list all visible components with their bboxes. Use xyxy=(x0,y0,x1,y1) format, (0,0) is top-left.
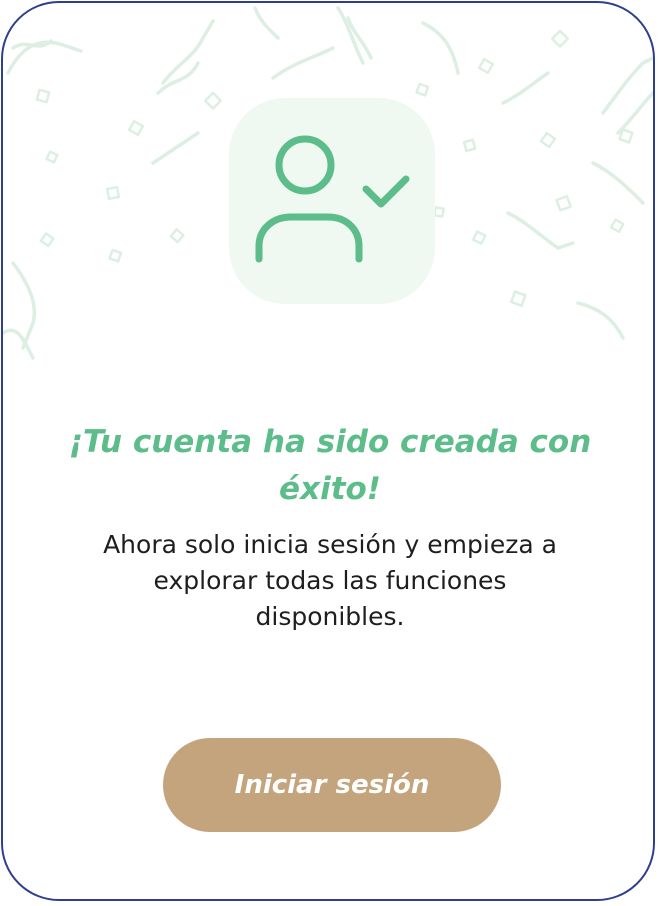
success-title: ¡Tu cuenta ha sido creada con éxito! xyxy=(68,424,592,507)
success-message: Ahora solo inicia sesión y empieza a exp… xyxy=(103,530,557,631)
success-card: ¡Tu cuenta ha sido creada con éxito! Aho… xyxy=(1,1,655,901)
user-check-icon xyxy=(229,98,435,304)
login-button[interactable]: Iniciar sesión xyxy=(163,738,501,832)
